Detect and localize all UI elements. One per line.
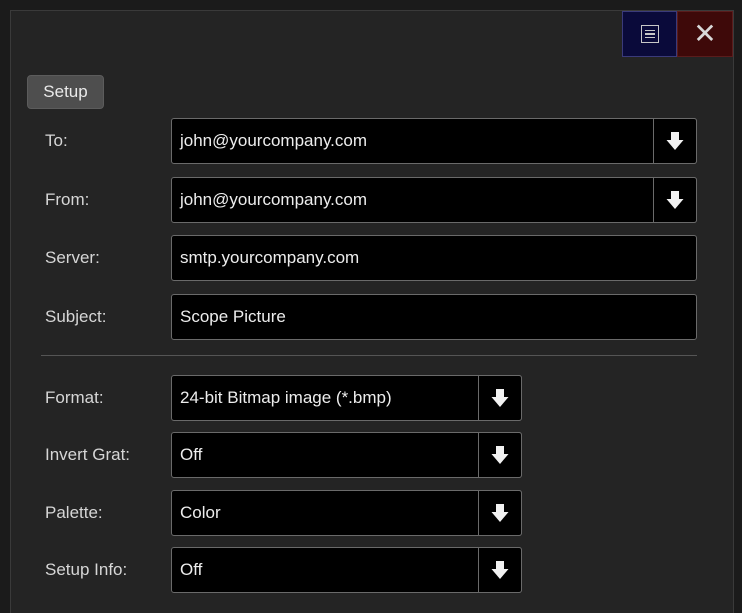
to-field[interactable]: john@yourcompany.com [171, 118, 697, 164]
to-dropdown-button[interactable] [653, 118, 697, 164]
arrow-down-icon [666, 191, 684, 209]
invert-grat-value: Off [180, 445, 203, 464]
close-button[interactable]: ✕ [677, 11, 733, 57]
menu-icon [640, 25, 659, 43]
setup-info-value: Off [180, 560, 203, 579]
email-setup-dialog: ✕ Setup To: john@yourcompany.com From: j… [10, 10, 734, 613]
server-value: smtp.yourcompany.com [180, 248, 360, 267]
from-value: john@yourcompany.com [180, 190, 368, 209]
palette-dropdown-button[interactable] [478, 490, 522, 536]
menu-button[interactable] [622, 11, 677, 57]
divider [41, 355, 697, 356]
arrow-down-icon [666, 132, 684, 150]
to-value: john@yourcompany.com [180, 131, 368, 150]
invert-grat-label: Invert Grat: [45, 445, 131, 464]
server-field[interactable]: smtp.yourcompany.com [171, 235, 697, 281]
invert-grat-dropdown-button[interactable] [478, 432, 522, 478]
from-field[interactable]: john@yourcompany.com [171, 177, 697, 223]
arrow-down-icon [491, 446, 509, 464]
tab-setup[interactable]: Setup [27, 75, 104, 109]
setup-info-dropdown-button[interactable] [478, 547, 522, 593]
arrow-down-icon [491, 561, 509, 579]
invert-grat-select[interactable]: Off [171, 432, 522, 478]
setup-info-select[interactable]: Off [171, 547, 522, 593]
from-label: From: [45, 190, 90, 209]
close-icon: ✕ [693, 17, 717, 50]
subject-field[interactable]: Scope Picture [171, 294, 697, 340]
server-label: Server: [45, 248, 100, 267]
palette-label: Palette: [45, 503, 103, 522]
palette-value: Color [180, 503, 221, 522]
palette-select[interactable]: Color [171, 490, 522, 536]
subject-label: Subject: [45, 307, 107, 326]
format-label: Format: [45, 388, 104, 407]
format-dropdown-button[interactable] [478, 375, 522, 421]
subject-value: Scope Picture [180, 307, 286, 326]
setup-info-label: Setup Info: [45, 560, 128, 579]
format-select[interactable]: 24-bit Bitmap image (*.bmp) [171, 375, 522, 421]
arrow-down-icon [491, 504, 509, 522]
arrow-down-icon [491, 389, 509, 407]
to-label: To: [45, 131, 68, 150]
format-value: 24-bit Bitmap image (*.bmp) [180, 388, 392, 407]
from-dropdown-button[interactable] [653, 177, 697, 223]
